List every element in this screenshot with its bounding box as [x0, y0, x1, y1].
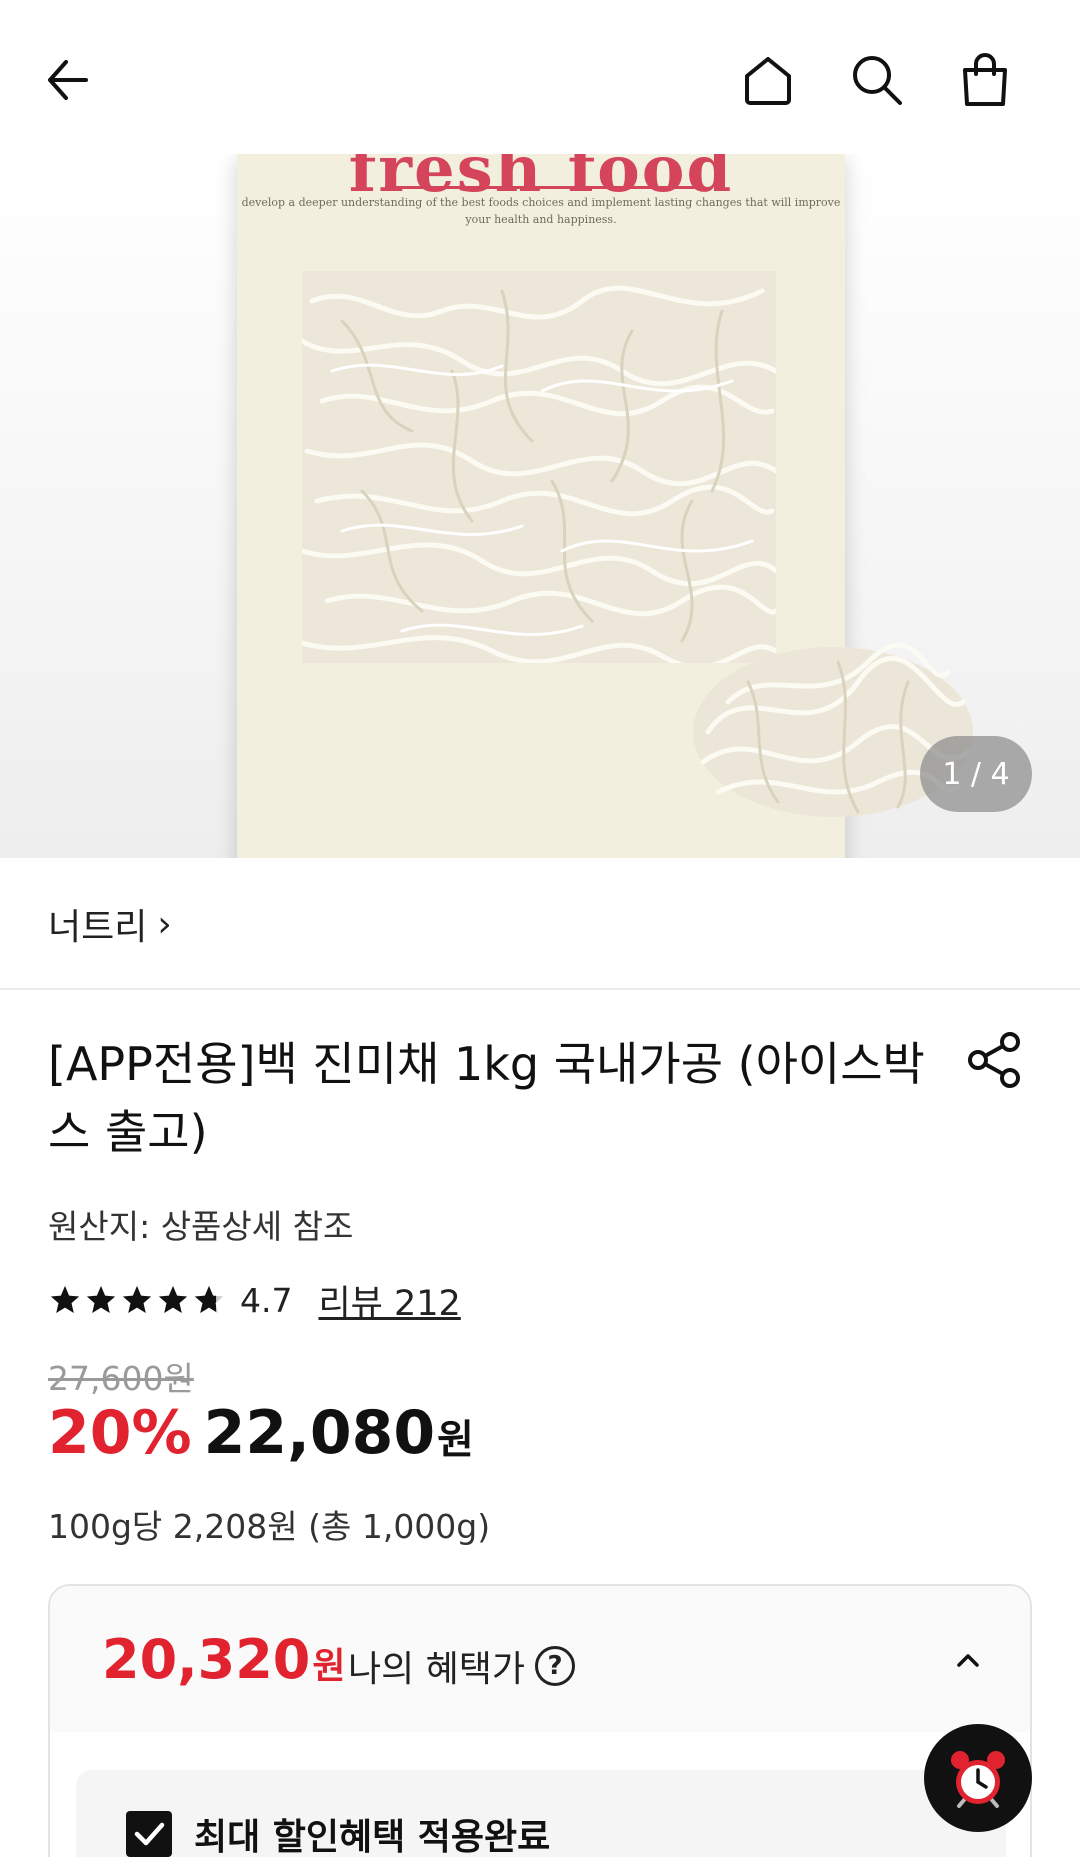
- search-button[interactable]: [837, 40, 917, 120]
- original-price: 27,600원: [48, 1359, 194, 1398]
- cart-button[interactable]: [945, 40, 1025, 120]
- currency-unit: 원: [437, 1417, 474, 1463]
- benefit-label-row: 나의 혜택가 ?: [348, 1640, 576, 1692]
- product-image-carousel[interactable]: fresh food develop a deeper understandin…: [0, 154, 1080, 858]
- checkmark-icon: [134, 1822, 165, 1846]
- image-counter: 1 / 4: [920, 736, 1032, 812]
- shopping-bag-icon: [963, 53, 1007, 106]
- top-nav-bar: [0, 0, 1080, 154]
- origin-text: 원산지: 상품상세 참조: [48, 1207, 354, 1246]
- rating-row: 4.7 리뷰 212: [48, 1276, 461, 1324]
- star-icon: [50, 1285, 80, 1314]
- seller-name: 너트리: [48, 907, 148, 948]
- discount-applied-row: 최대 할인혜택 적용완료: [126, 1808, 550, 1857]
- package-window: [302, 271, 776, 663]
- home-button[interactable]: [728, 40, 808, 120]
- unit-price: 100g당 2,208원 (총 1,000g): [48, 1507, 491, 1546]
- alarm-clock-icon: [951, 1751, 1005, 1808]
- product-title: [APP전용]백 진미채 1kg 국내가공 (아이스박스 출고): [48, 1037, 925, 1159]
- rating-value: 4.7: [240, 1280, 293, 1320]
- star-icon: [158, 1285, 188, 1314]
- star-half-icon: [194, 1285, 224, 1314]
- benefit-header[interactable]: 20,320 원 나의 혜택가 ?: [50, 1586, 1030, 1732]
- discount-rate: 20%: [48, 1398, 192, 1468]
- collapse-button[interactable]: [942, 1634, 994, 1686]
- star-rating: [48, 1283, 226, 1317]
- home-icon: [745, 57, 791, 105]
- price-row: 20% 22,080 원: [48, 1398, 474, 1468]
- share-button[interactable]: [962, 1028, 1026, 1092]
- back-arrow-icon: [48, 60, 88, 100]
- help-icon[interactable]: ?: [535, 1646, 576, 1686]
- discount-applied-box: 최대 할인혜택 적용완료: [76, 1770, 1006, 1857]
- benefit-price: 20,320 원: [102, 1628, 346, 1691]
- section-divider: [0, 988, 1080, 990]
- star-icon: [122, 1285, 152, 1314]
- alarm-floating-button[interactable]: [924, 1724, 1032, 1832]
- chevron-right-icon: ›: [157, 903, 172, 945]
- checkbox-checked[interactable]: [126, 1811, 172, 1857]
- reviews-link[interactable]: 리뷰 212: [318, 1275, 460, 1326]
- back-button[interactable]: [30, 40, 110, 120]
- share-icon: [968, 1032, 1020, 1088]
- seller-link[interactable]: 너트리 ›: [48, 898, 172, 950]
- sale-price: 22,080: [203, 1398, 436, 1468]
- star-icon: [86, 1285, 116, 1314]
- package-rule: [385, 186, 697, 189]
- chevron-up-icon: [957, 1654, 979, 1667]
- benefit-price-value: 20,320: [102, 1628, 311, 1691]
- package-tagline: develop a deeper understanding of the be…: [241, 196, 841, 226]
- discount-applied-label: 최대 할인혜택 적용완료: [194, 1817, 551, 1857]
- benefit-label: 나의 혜택가: [348, 1649, 526, 1690]
- benefit-price-card: 20,320 원 나의 혜택가 ? 최대 할인혜택 적용완료: [48, 1584, 1032, 1857]
- benefit-currency: 원: [312, 1646, 346, 1687]
- search-icon: [853, 56, 902, 105]
